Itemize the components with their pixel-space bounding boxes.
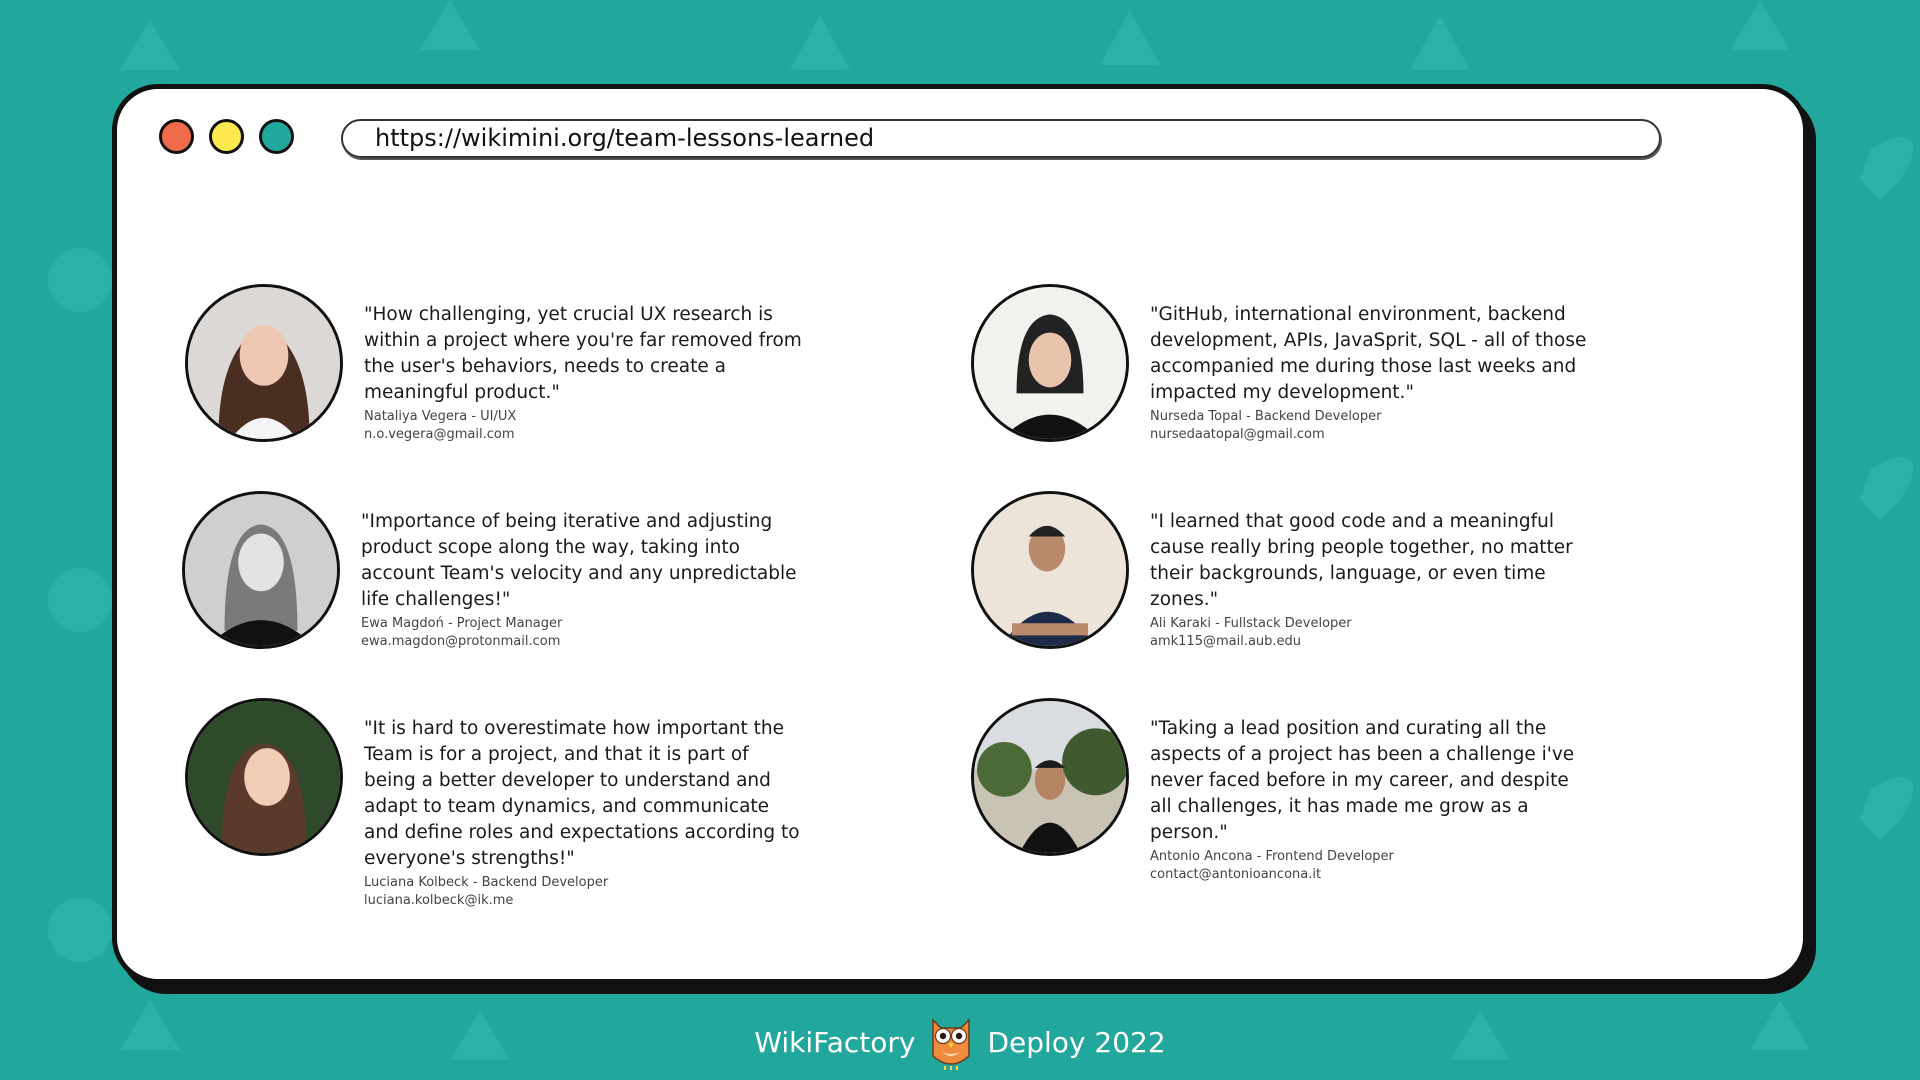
avatar (185, 698, 343, 856)
avatar (185, 284, 343, 442)
quote-text: "How challenging, yet crucial UX researc… (364, 304, 802, 403)
avatar (182, 491, 340, 649)
quote-text: "I learned that good code and a meaningf… (1150, 511, 1573, 610)
author-name-role: Luciana Kolbeck - Backend Developer (364, 875, 609, 890)
testimonial-content: "How challenging, yet crucial UX researc… (364, 302, 804, 444)
maximize-dot[interactable] (259, 119, 294, 154)
author-email: n.o.vegera@gmail.com (364, 427, 515, 442)
footer-right-text: Deploy 2022 (987, 1025, 1166, 1059)
footer: WikiFactory Deploy 2022 (0, 1012, 1920, 1072)
quote-text: "Importance of being iterative and adjus… (361, 511, 797, 610)
testimonial-content: "I learned that good code and a meaningf… (1150, 509, 1590, 651)
window-controls (159, 119, 294, 154)
owl-icon (929, 1014, 973, 1070)
testimonial-content: "Importance of being iterative and adjus… (361, 509, 801, 651)
quote-text: "It is hard to overestimate how importan… (364, 718, 800, 869)
avatar (971, 284, 1129, 442)
browser-window: https://wikimini.org/team-lessons-learne… (112, 84, 1808, 984)
author-email: contact@antonioancona.it (1150, 867, 1322, 882)
author-name-role: Ewa Magdoń - Project Manager (361, 616, 563, 631)
avatar (971, 491, 1129, 649)
avatar (971, 698, 1129, 856)
testimonial-content: "Taking a lead position and curating all… (1150, 716, 1590, 884)
testimonial-content: "It is hard to overestimate how importan… (364, 716, 804, 910)
author-email: nursedaatopal@gmail.com (1150, 427, 1325, 442)
author-name-role: Nataliya Vegera - UI/UX (364, 409, 517, 424)
author-email: ewa.magdon@protonmail.com (361, 634, 561, 649)
quote-text: "Taking a lead position and curating all… (1150, 718, 1575, 843)
author-name-role: Antonio Ancona - Frontend Developer (1150, 849, 1394, 864)
author-email: luciana.kolbeck@ik.me (364, 893, 514, 908)
author-name-role: Ali Karaki - Fullstack Developer (1150, 616, 1352, 631)
address-bar[interactable]: https://wikimini.org/team-lessons-learne… (341, 119, 1661, 158)
minimize-dot[interactable] (209, 119, 244, 154)
quote-text: "GitHub, international environment, back… (1150, 304, 1587, 403)
author-email: amk115@mail.aub.edu (1150, 634, 1302, 649)
footer-left-text: WikiFactory (754, 1025, 916, 1059)
close-dot[interactable] (159, 119, 194, 154)
author-name-role: Nurseda Topal - Backend Developer (1150, 409, 1382, 424)
testimonial-content: "GitHub, international environment, back… (1150, 302, 1590, 444)
